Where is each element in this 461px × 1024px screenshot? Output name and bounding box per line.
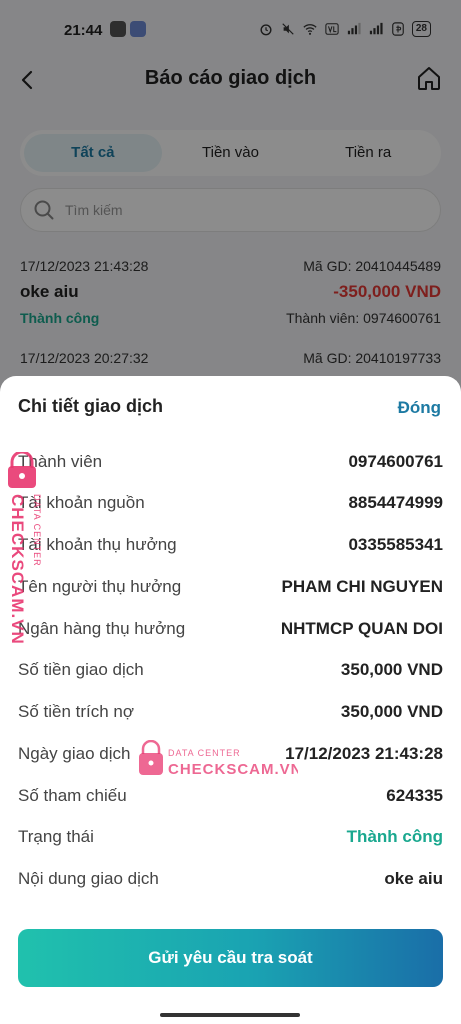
detail-row-status: Trạng thái Thành công <box>18 826 443 848</box>
transaction-detail-sheet: Chi tiết giao dịch Đóng Thành viên 09746… <box>0 376 461 1024</box>
detail-row-source-account: Tài khoản nguồn 8854474999 <box>18 492 443 514</box>
watermark-text-line1: DATA CENTER <box>32 494 42 567</box>
lock-icon <box>8 452 36 488</box>
close-button[interactable]: Đóng <box>398 398 441 418</box>
detail-value: 350,000 VND <box>340 660 443 679</box>
detail-value: oke aiu <box>384 869 443 888</box>
home-indicator <box>160 1013 300 1017</box>
watermark-vertical: DATA CENTER CHECKSCAM.VN <box>8 452 42 645</box>
lock-icon <box>139 740 163 775</box>
sheet-title: Chi tiết giao dịch <box>18 396 164 416</box>
detail-value: PHAM CHI NGUYEN <box>281 577 443 596</box>
detail-row-reference-number: Số tham chiếu 624335 <box>18 785 443 807</box>
detail-value: 8854474999 <box>348 493 443 512</box>
detail-value: 0335585341 <box>348 535 443 554</box>
detail-value: 624335 <box>386 786 443 805</box>
detail-value: Thành công <box>346 827 443 846</box>
watermark-text-line2: CHECKSCAM.VN <box>168 761 298 778</box>
detail-row-member: Thành viên 0974600761 <box>18 451 443 473</box>
detail-label: Số tham chiếu <box>18 786 127 805</box>
detail-value: 350,000 VND <box>340 702 443 721</box>
detail-label: Ngày giao dịch <box>18 744 131 763</box>
detail-value: 17/12/2023 21:43:28 <box>285 744 443 763</box>
detail-label: Số tiền trích nợ <box>18 702 135 721</box>
detail-row-beneficiary-bank: Ngân hàng thụ hưởng NHTMCP QUAN DOI <box>18 618 443 640</box>
detail-value: NHTMCP QUAN DOI <box>280 619 443 638</box>
watermark-text-line2: CHECKSCAM.VN <box>8 494 27 645</box>
watermark-center: DATA CENTER CHECKSCAM.VN <box>139 740 298 778</box>
detail-label: Nội dung giao dịch <box>18 869 159 888</box>
detail-row-beneficiary-name: Tên người thụ hưởng PHAM CHI NGUYEN <box>18 576 443 598</box>
detail-row-beneficiary-account: Tài khoản thụ hưởng 0335585341 <box>18 534 443 556</box>
detail-label: Số tiền giao dịch <box>18 660 144 679</box>
detail-row-description: Nội dung giao dịch oke aiu <box>18 868 443 890</box>
detail-label: Trạng thái <box>18 827 94 846</box>
detail-value: 0974600761 <box>348 452 443 471</box>
detail-row-transaction-amount: Số tiền giao dịch 350,000 VND <box>18 659 443 681</box>
submit-inquiry-button[interactable]: Gửi yêu cầu tra soát <box>18 929 443 987</box>
watermark-text-line1: DATA CENTER <box>168 748 241 758</box>
detail-row-debit-amount: Số tiền trích nợ 350,000 VND <box>18 701 443 723</box>
